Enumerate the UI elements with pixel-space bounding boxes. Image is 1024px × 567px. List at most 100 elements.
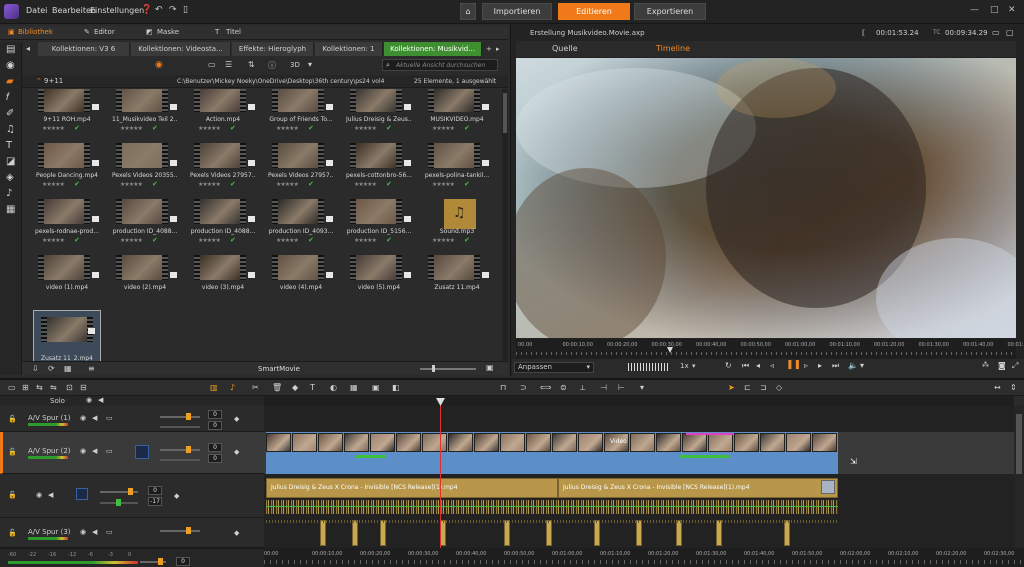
rating-stars[interactable]: ★★★★★ bbox=[276, 125, 299, 132]
track-1-value-a[interactable]: 0 bbox=[208, 410, 222, 419]
media-item[interactable]: Zusatz 11_2.mp4 bbox=[33, 310, 101, 361]
volume-icon[interactable]: 🔈 bbox=[848, 361, 858, 370]
timeline-ruler[interactable]: 00:00 00:00:10,00 00:00:20,00 00:00:30,00 00… bbox=[264, 548, 1024, 567]
folder-up-icon[interactable]: ⌃ bbox=[36, 77, 42, 85]
eye-icon[interactable]: ◉ bbox=[36, 491, 42, 499]
track-3-clip[interactable] bbox=[320, 520, 326, 546]
transition-icon[interactable]: ◪ bbox=[6, 156, 15, 167]
music-icon[interactable]: ♫ bbox=[6, 124, 15, 135]
prev-frame-icon[interactable]: ◂ bbox=[756, 361, 760, 370]
link-icon[interactable]: ⊃ bbox=[520, 383, 527, 392]
text-tool-icon[interactable]: T bbox=[310, 383, 315, 392]
tab-scroll-right-icon[interactable]: ▸ bbox=[496, 45, 500, 53]
media-item[interactable]: pexels-cottonbro-56... ★★★★★ ✔ bbox=[346, 143, 414, 195]
redo-icon[interactable]: ↷ bbox=[169, 5, 177, 15]
rating-stars[interactable]: ★★★★★ bbox=[120, 237, 143, 244]
media-item[interactable]: pexels-rodnae-prod... ★★★★★ ✔ bbox=[35, 199, 102, 251]
audio-clip-1[interactable]: Julius Dreisig & Zeus X Crona - Invisibl… bbox=[266, 478, 558, 498]
pointer-icon[interactable]: ➤ bbox=[728, 383, 735, 392]
pause-icon[interactable]: ❚❚ bbox=[786, 360, 801, 370]
lock-icon[interactable]: ⊜ bbox=[560, 383, 567, 392]
track-3-name[interactable]: A/V Spur (3) bbox=[28, 528, 71, 536]
lock-track-icon[interactable]: 🔓 bbox=[8, 529, 17, 537]
rating-stars[interactable]: ★★★★★ bbox=[354, 237, 377, 244]
edit-button[interactable]: Editieren bbox=[558, 3, 630, 20]
marker-icon[interactable]: ◆ bbox=[292, 383, 298, 392]
maximize-player-icon[interactable]: ▢ bbox=[1006, 28, 1014, 37]
media-icon[interactable]: ▤ bbox=[6, 44, 15, 55]
media-item[interactable]: Julius Dreisig & Zeus... ★★★★★ ✔ bbox=[346, 89, 414, 139]
list-view-icon[interactable]: ☰ bbox=[225, 60, 232, 69]
trash-icon[interactable]: 🗑 bbox=[272, 383, 282, 392]
audio-value-a[interactable]: 0 bbox=[148, 486, 162, 495]
lock-track-icon[interactable]: 🔓 bbox=[8, 448, 17, 456]
media-item[interactable]: production ID_5156... ★★★★★ ✔ bbox=[347, 199, 414, 251]
info-icon[interactable]: ⓘ bbox=[268, 60, 276, 71]
media-item[interactable]: Pexels Videos 27957... ★★★★★ ✔ bbox=[190, 143, 258, 195]
grid-icon[interactable]: ▦ bbox=[64, 364, 72, 373]
audio-mixer-icon[interactable]: ▥ bbox=[210, 383, 218, 392]
export-button[interactable]: Exportieren bbox=[634, 3, 706, 20]
filter-icon[interactable]: ◉ bbox=[155, 60, 163, 70]
rating-stars[interactable]: ★★★★★ bbox=[198, 181, 221, 188]
timeline-playhead[interactable] bbox=[440, 398, 441, 556]
close-icon[interactable]: ✕ bbox=[1008, 5, 1016, 15]
track-3-volume[interactable] bbox=[160, 530, 200, 532]
step-back-icon[interactable]: ◃ bbox=[770, 361, 774, 370]
media-item[interactable]: video (5).mp4 bbox=[350, 255, 414, 307]
stereo-icon[interactable]: ⁂ bbox=[982, 361, 989, 369]
media-item[interactable]: production ID_4088... ★★★★★ ✔ bbox=[113, 199, 180, 251]
mark-out-icon[interactable]: ⊐ bbox=[760, 383, 767, 392]
audio-pan-knob[interactable] bbox=[116, 499, 121, 506]
keyframe-icon[interactable]: ◆ bbox=[234, 529, 239, 537]
speed-value[interactable]: 1x bbox=[680, 362, 689, 370]
tile-icon[interactable]: ▣ bbox=[372, 383, 380, 392]
toolbar-icon-6[interactable]: ⊟ bbox=[80, 383, 87, 392]
sync-icon[interactable]: ⟳ bbox=[48, 364, 55, 373]
media-item[interactable]: video (4).mp4 bbox=[272, 255, 336, 307]
collection-tab[interactable]: Kollektionen: V3 6 bbox=[38, 42, 130, 56]
folder-icon[interactable]: ▰ bbox=[6, 76, 14, 87]
media-item[interactable]: ♫ Sound.mp3 ★★★★★ ✔ bbox=[428, 199, 492, 251]
collection-tab-active[interactable]: Kollektionen: Musikvid... bbox=[384, 42, 482, 56]
track-3-area[interactable] bbox=[264, 518, 1014, 548]
help-icon[interactable]: ❓ bbox=[141, 5, 152, 15]
solo-speaker-icon[interactable]: ◀ bbox=[98, 396, 103, 404]
eye-icon[interactable]: ◉ bbox=[80, 528, 86, 536]
rating-stars[interactable]: ★★★★★ bbox=[432, 181, 455, 188]
media-item[interactable]: video (2).mp4 bbox=[116, 255, 180, 307]
track-2-value-a[interactable]: 0 bbox=[208, 443, 222, 452]
toolbar-icon-3[interactable]: ⇆ bbox=[36, 383, 43, 392]
rating-stars[interactable]: ★★★★★ bbox=[120, 181, 143, 188]
add-marker-icon[interactable]: ◇ bbox=[776, 383, 782, 392]
collection-tab[interactable]: Effekte: Hieroglyph bbox=[232, 42, 314, 56]
monitor-icon[interactable]: ▭ bbox=[106, 528, 113, 536]
media-item[interactable]: Action.mp4 ★★★★★ ✔ bbox=[194, 89, 258, 139]
media-item[interactable]: Group of Friends To... ★★★★★ ✔ bbox=[269, 89, 336, 139]
track-3-clip[interactable] bbox=[546, 520, 552, 546]
maximize-icon[interactable]: □ bbox=[990, 5, 999, 15]
rating-stars[interactable]: ★★★★★ bbox=[120, 125, 143, 132]
track-3-clip[interactable] bbox=[380, 520, 386, 546]
jog-wheel[interactable] bbox=[628, 363, 670, 371]
sort-icon[interactable]: ⇅ bbox=[248, 60, 255, 69]
undo-icon[interactable]: ↶ bbox=[155, 5, 163, 15]
search-input[interactable]: ⌕ Aktuelle Ansicht durchsuchen bbox=[382, 59, 498, 71]
speaker-icon[interactable]: ◀ bbox=[48, 491, 53, 499]
menu-settings[interactable]: Einstellungen bbox=[90, 6, 144, 15]
import-icon[interactable]: ⇩ bbox=[32, 364, 39, 373]
audio-clip-2[interactable]: Julius Dreisig & Zeus X Crona - Invisibl… bbox=[558, 478, 838, 498]
volume-menu-icon[interactable]: ▾ bbox=[860, 361, 864, 370]
fit-select[interactable]: Anpassen ▾ bbox=[514, 362, 594, 373]
grid-tool-icon[interactable]: ▦ bbox=[350, 383, 358, 392]
rating-stars[interactable]: ★★★★★ bbox=[354, 125, 377, 132]
media-item[interactable]: Pexels Videos 20355... ★★★★★ ✔ bbox=[112, 143, 180, 195]
track-2-volume-knob[interactable] bbox=[186, 446, 191, 453]
track-3-clip[interactable] bbox=[784, 520, 790, 546]
tab-source[interactable]: Quelle bbox=[552, 44, 578, 53]
layers-icon[interactable]: ◈ bbox=[6, 172, 14, 183]
text-icon[interactable]: T bbox=[6, 140, 12, 151]
media-item[interactable]: production ID_4093... ★★★★★ ✔ bbox=[269, 199, 336, 251]
folder-view-icon[interactable]: ▭ bbox=[208, 60, 216, 69]
rating-stars[interactable]: ★★★★★ bbox=[276, 237, 299, 244]
